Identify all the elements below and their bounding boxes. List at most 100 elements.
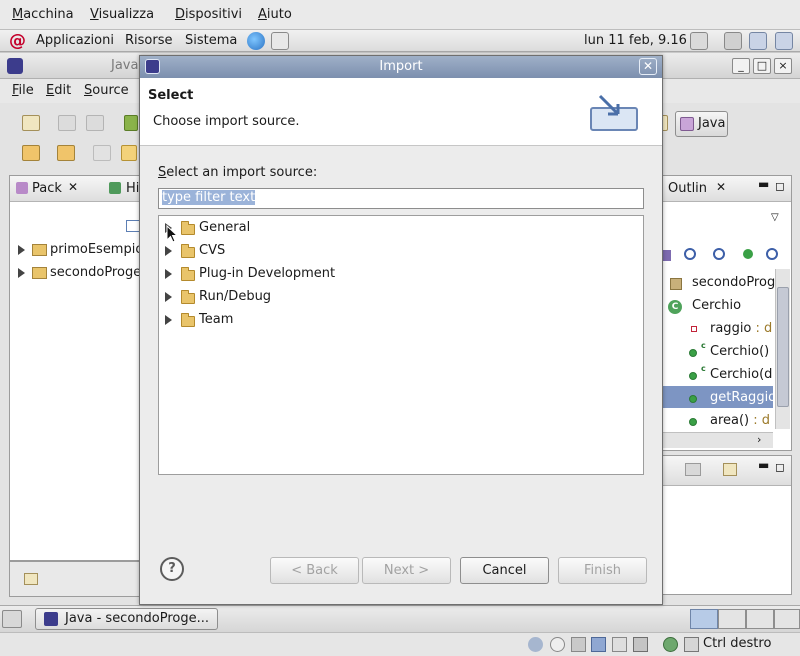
new-wizard-icon[interactable]: [22, 115, 40, 131]
virtualization-icon[interactable]: [663, 637, 678, 652]
outline-item[interactable]: Cerchio: [692, 298, 741, 313]
outline-vscroll-thumb[interactable]: [777, 287, 789, 407]
tab-package-explorer[interactable]: Pack: [32, 181, 62, 196]
filter-input[interactable]: type filter text: [158, 188, 644, 209]
tree-item-plugin-development[interactable]: Plug-in Development: [199, 266, 335, 281]
outline-hscrollbar[interactable]: ›: [663, 432, 773, 448]
expand-arrow-icon[interactable]: [165, 315, 172, 325]
save-icon[interactable]: [58, 115, 76, 131]
menu-edit[interactable]: Edit: [46, 83, 71, 98]
sort-icon[interactable]: [663, 250, 671, 261]
dialog-close-button[interactable]: ✕: [639, 58, 657, 75]
workspace-4[interactable]: [774, 609, 800, 629]
outline-item[interactable]: area() : d: [710, 413, 770, 428]
tree-item-team[interactable]: Team: [199, 312, 233, 327]
menu-risorse[interactable]: Risorse: [125, 33, 173, 48]
usb-icon[interactable]: [633, 637, 648, 652]
tree-item-general[interactable]: General: [199, 220, 250, 235]
volume-icon[interactable]: [690, 32, 708, 50]
project-item-primo[interactable]: primoEsempio: [50, 242, 143, 257]
network-icon[interactable]: [749, 32, 767, 50]
minimize-view-icon[interactable]: ▬: [758, 458, 769, 472]
shared-folder-icon[interactable]: [612, 637, 627, 652]
menu-applicazioni[interactable]: Applicazioni: [36, 33, 114, 48]
project-item-secondo[interactable]: secondoProge: [50, 265, 141, 280]
menu-macchina[interactable]: Macchina: [12, 7, 74, 22]
mail-launcher-icon[interactable]: [271, 32, 289, 50]
taskbar: Java - secondoProge...: [0, 605, 800, 632]
outline-item-selected[interactable]: getRaggio: [710, 390, 776, 405]
back-nav-icon[interactable]: [121, 145, 137, 161]
filter-placeholder: type filter text: [162, 190, 256, 205]
help-icon[interactable]: ?: [160, 557, 184, 581]
expand-arrow-icon[interactable]: [18, 245, 25, 255]
outline-item[interactable]: Cerchio(d: [710, 367, 772, 382]
minimize-button[interactable]: _: [732, 58, 750, 74]
network-adapter-icon[interactable]: [591, 637, 606, 652]
browser-launcher-icon[interactable]: [247, 32, 265, 50]
cancel-button[interactable]: Cancel: [460, 557, 549, 584]
show-desktop-icon[interactable]: [2, 610, 22, 628]
collapse-all-icon[interactable]: [126, 220, 140, 232]
hide-static-icon[interactable]: [713, 248, 725, 260]
menu-sistema[interactable]: Sistema: [185, 33, 237, 48]
minimize-view-icon[interactable]: ▬: [758, 177, 769, 191]
debian-logo-icon[interactable]: @: [9, 31, 26, 51]
workspace-3[interactable]: [746, 609, 774, 629]
menu-aiuto[interactable]: Aiuto: [258, 7, 292, 22]
expand-arrow-icon[interactable]: [165, 292, 172, 302]
close-tab-icon[interactable]: ✕: [68, 180, 78, 194]
next-button[interactable]: Next >: [362, 557, 451, 584]
project-icon: [32, 267, 47, 279]
console-icon[interactable]: [685, 463, 701, 476]
workspace-2[interactable]: [718, 609, 746, 629]
maximize-view-icon[interactable]: ◻: [775, 460, 785, 474]
workspace-1[interactable]: [690, 609, 718, 629]
search-icon[interactable]: [724, 32, 742, 50]
new-view-icon[interactable]: [24, 573, 38, 585]
previous-annotation-icon[interactable]: [57, 145, 75, 161]
expand-arrow-icon[interactable]: [165, 269, 172, 279]
hide-fields-icon[interactable]: [684, 248, 696, 260]
scroll-right-icon[interactable]: ›: [757, 433, 761, 446]
hard-disk-icon[interactable]: [528, 637, 543, 652]
panel-clock[interactable]: lun 11 feb, 9.16: [584, 33, 687, 48]
package-explorer-tabbar: Pack ✕ Hi: [10, 176, 139, 202]
menu-visualizza[interactable]: Visualizza: [90, 7, 154, 22]
maximize-view-icon[interactable]: ◻: [775, 179, 785, 193]
outline-item[interactable]: Cerchio(): [710, 344, 769, 359]
hide-nonpublic-icon[interactable]: [743, 249, 753, 259]
outline-item[interactable]: raggio : d: [710, 321, 772, 336]
last-edit-icon[interactable]: [93, 145, 111, 161]
java-perspective-button[interactable]: Java: [675, 111, 728, 137]
display-icon[interactable]: [775, 32, 793, 50]
tab-hierarchy[interactable]: Hi: [126, 181, 139, 196]
view-menu-icon[interactable]: ▽: [771, 212, 779, 223]
maximize-button[interactable]: □: [753, 58, 771, 74]
import-source-tree[interactable]: General CVS Plug-in Development Run/Debu…: [158, 215, 644, 475]
field-type: : d: [751, 321, 773, 336]
next-annotation-icon[interactable]: [22, 145, 40, 161]
hide-local-types-icon[interactable]: [766, 248, 778, 260]
close-tab-icon[interactable]: ✕: [716, 180, 726, 194]
tab-outline[interactable]: Outlin: [668, 181, 707, 196]
debug-icon[interactable]: [124, 115, 138, 131]
back-button[interactable]: < Back: [270, 557, 359, 584]
tree-item-run-debug[interactable]: Run/Debug: [199, 289, 271, 304]
print-icon[interactable]: [86, 115, 104, 131]
outline-item[interactable]: secondoProg: [692, 275, 775, 290]
new-console-icon[interactable]: [723, 463, 737, 476]
tree-item-cvs[interactable]: CVS: [199, 243, 225, 258]
menu-dispositivi[interactable]: Dispositivi: [175, 7, 242, 22]
expand-arrow-icon[interactable]: [18, 268, 25, 278]
cd-icon[interactable]: [550, 637, 565, 652]
close-window-button[interactable]: ×: [774, 58, 792, 74]
menu-file[interactable]: File: [12, 83, 34, 98]
taskbar-window-button[interactable]: Java - secondoProge...: [35, 608, 218, 630]
mouse-integration-icon[interactable]: [684, 637, 699, 652]
expand-arrow-icon[interactable]: [165, 246, 172, 256]
outline-vscrollbar[interactable]: [775, 269, 790, 429]
finish-button[interactable]: Finish: [558, 557, 647, 584]
floppy-icon[interactable]: [571, 637, 586, 652]
menu-source[interactable]: Source: [84, 83, 129, 98]
